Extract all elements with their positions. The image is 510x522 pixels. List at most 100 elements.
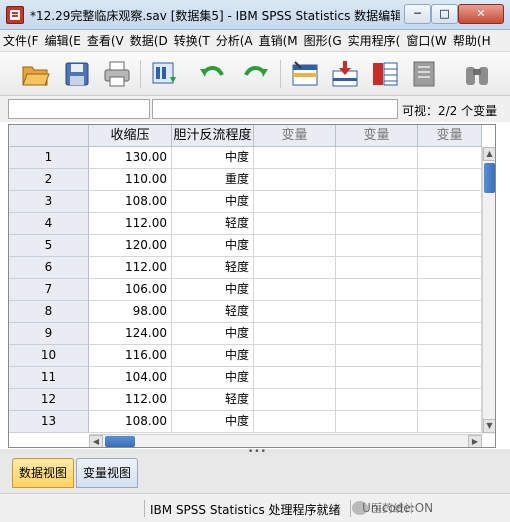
cell-value-field[interactable]: [152, 99, 398, 119]
cell-sbp[interactable]: 112.00: [89, 257, 172, 279]
cell-empty[interactable]: [418, 191, 482, 213]
cell-empty[interactable]: [336, 169, 418, 191]
cell-empty[interactable]: [254, 169, 336, 191]
menu-window[interactable]: 窗口(W: [403, 30, 450, 51]
cell-empty[interactable]: [418, 257, 482, 279]
cell-empty[interactable]: [336, 235, 418, 257]
row-header[interactable]: 9: [9, 323, 89, 345]
close-button[interactable]: ✕: [458, 4, 504, 24]
cell-empty[interactable]: [418, 323, 482, 345]
column-header-empty[interactable]: 变量: [336, 125, 418, 147]
cell-reflux[interactable]: 重度: [172, 169, 254, 191]
cell-sbp[interactable]: 104.00: [89, 367, 172, 389]
row-header[interactable]: 12: [9, 389, 89, 411]
grid-corner[interactable]: [9, 125, 89, 147]
scroll-right-button[interactable]: ▶: [468, 435, 482, 447]
row-header[interactable]: 7: [9, 279, 89, 301]
cell-empty[interactable]: [336, 367, 418, 389]
scroll-down-button[interactable]: ▼: [483, 419, 495, 433]
cell-reflux[interactable]: 轻度: [172, 213, 254, 235]
cell-empty[interactable]: [418, 301, 482, 323]
cell-reflux[interactable]: 中度: [172, 367, 254, 389]
cell-empty[interactable]: [336, 301, 418, 323]
column-header-empty[interactable]: 变量: [254, 125, 336, 147]
scroll-up-button[interactable]: ▲: [483, 147, 495, 161]
cell-empty[interactable]: [336, 191, 418, 213]
cell-empty[interactable]: [336, 323, 418, 345]
menu-transform[interactable]: 转换(T: [171, 30, 213, 51]
cell-sbp[interactable]: 116.00: [89, 345, 172, 367]
vertical-scrollbar[interactable]: ▲ ▼: [482, 147, 495, 434]
cell-reflux[interactable]: 中度: [172, 279, 254, 301]
open-folder-icon[interactable]: [18, 57, 52, 91]
goto-case-icon[interactable]: [288, 57, 322, 91]
cell-reflux[interactable]: 轻度: [172, 389, 254, 411]
cell-empty[interactable]: [336, 213, 418, 235]
cell-reflux[interactable]: 中度: [172, 147, 254, 169]
cell-empty[interactable]: [254, 147, 336, 169]
menu-direct-marketing[interactable]: 直销(M: [256, 30, 301, 51]
cell-empty[interactable]: [254, 389, 336, 411]
cell-empty[interactable]: [336, 411, 418, 433]
cell-empty[interactable]: [336, 345, 418, 367]
row-header[interactable]: 6: [9, 257, 89, 279]
cell-sbp[interactable]: 120.00: [89, 235, 172, 257]
row-header[interactable]: 3: [9, 191, 89, 213]
column-header-empty[interactable]: 变量: [418, 125, 482, 147]
cell-reflux[interactable]: 中度: [172, 411, 254, 433]
menu-utilities[interactable]: 实用程序(: [345, 30, 404, 51]
maximize-button[interactable]: □: [431, 4, 458, 24]
find-icon[interactable]: [408, 57, 442, 91]
menu-analyze[interactable]: 分析(A: [213, 30, 256, 51]
menu-graphs[interactable]: 图形(G: [301, 30, 345, 51]
cell-sbp[interactable]: 108.00: [89, 191, 172, 213]
menu-file[interactable]: 文件(F: [0, 30, 42, 51]
horizontal-scrollbar[interactable]: ◀ ▶: [89, 434, 482, 447]
row-header[interactable]: 1: [9, 147, 89, 169]
cell-sbp[interactable]: 124.00: [89, 323, 172, 345]
menu-help[interactable]: 帮助(H: [450, 30, 494, 51]
cell-empty[interactable]: [418, 235, 482, 257]
column-header-reflux[interactable]: 胆汁反流程度: [172, 125, 254, 147]
cell-empty[interactable]: [254, 235, 336, 257]
cell-empty[interactable]: [336, 147, 418, 169]
cell-empty[interactable]: [254, 301, 336, 323]
cell-empty[interactable]: [254, 411, 336, 433]
save-icon[interactable]: [60, 57, 94, 91]
cell-empty[interactable]: [254, 323, 336, 345]
cell-reflux[interactable]: 中度: [172, 235, 254, 257]
cell-empty[interactable]: [336, 257, 418, 279]
row-header[interactable]: 8: [9, 301, 89, 323]
cell-sbp[interactable]: 106.00: [89, 279, 172, 301]
variables-icon[interactable]: [368, 57, 402, 91]
cell-empty[interactable]: [418, 169, 482, 191]
cell-empty[interactable]: [336, 279, 418, 301]
goto-variable-icon[interactable]: [328, 57, 362, 91]
cell-empty[interactable]: [254, 345, 336, 367]
column-header-sbp[interactable]: 收缩压: [89, 125, 172, 147]
cell-reflux[interactable]: 轻度: [172, 257, 254, 279]
row-header[interactable]: 2: [9, 169, 89, 191]
row-header[interactable]: 10: [9, 345, 89, 367]
binoculars-icon[interactable]: [460, 57, 494, 91]
cell-empty[interactable]: [254, 191, 336, 213]
horizontal-scroll-thumb[interactable]: [105, 436, 135, 447]
vertical-scroll-thumb[interactable]: [484, 163, 495, 193]
menu-edit[interactable]: 编辑(E: [42, 30, 84, 51]
cell-sbp[interactable]: 108.00: [89, 411, 172, 433]
cell-reflux[interactable]: 轻度: [172, 301, 254, 323]
menu-data[interactable]: 数据(D: [127, 30, 171, 51]
cell-empty[interactable]: [418, 279, 482, 301]
cell-empty[interactable]: [418, 367, 482, 389]
cell-empty[interactable]: [418, 345, 482, 367]
undo-icon[interactable]: [196, 57, 230, 91]
cell-sbp[interactable]: 112.00: [89, 213, 172, 235]
scroll-left-button[interactable]: ◀: [89, 435, 103, 447]
cell-empty[interactable]: [418, 147, 482, 169]
cell-sbp[interactable]: 130.00: [89, 147, 172, 169]
row-header[interactable]: 5: [9, 235, 89, 257]
redo-icon[interactable]: [238, 57, 272, 91]
tab-data-view[interactable]: 数据视图: [12, 458, 74, 488]
cell-reflux[interactable]: 中度: [172, 323, 254, 345]
cell-empty[interactable]: [418, 213, 482, 235]
